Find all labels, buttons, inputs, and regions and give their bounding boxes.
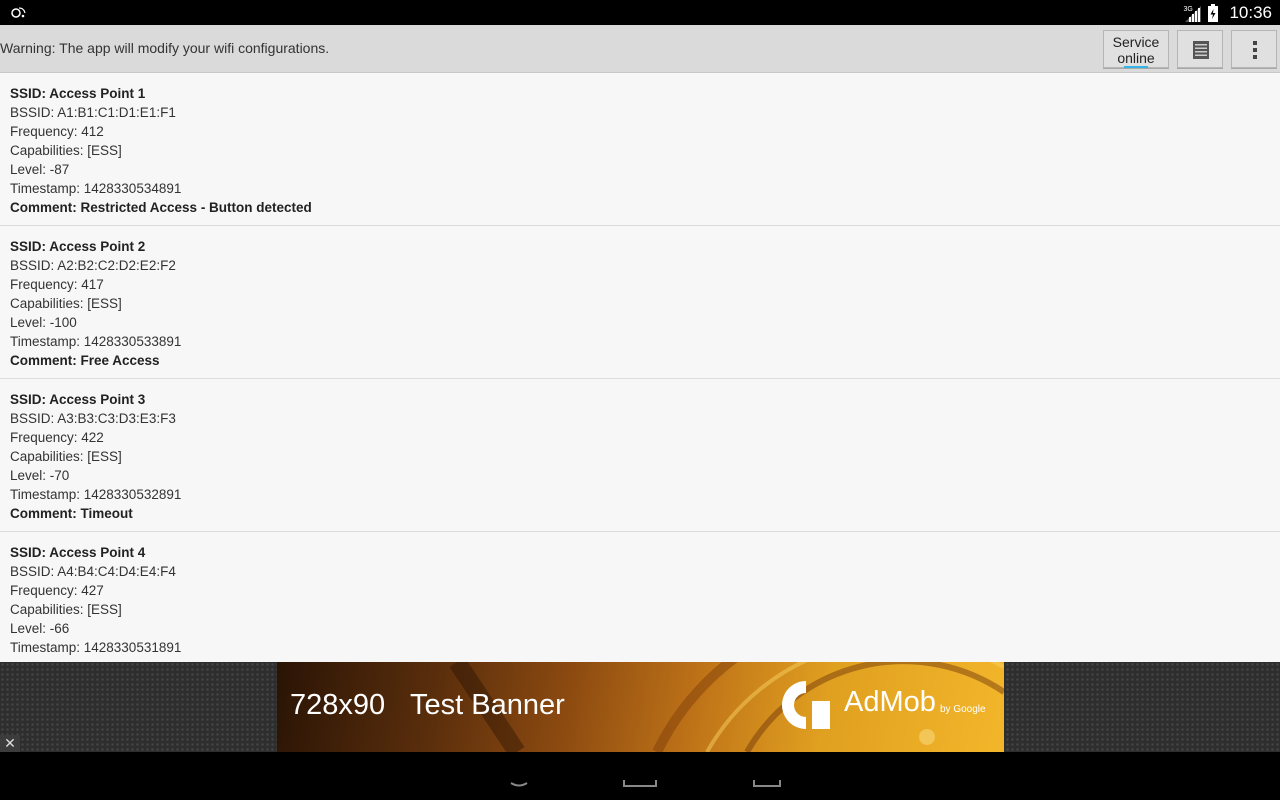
- admob-brand: AdMob: [844, 686, 936, 718]
- bssid: BSSID: A4:B4:C4:D4:E4:F4: [10, 564, 176, 579]
- service-label: Service: [1112, 34, 1160, 50]
- action-bar: Warning: The app will modify your wifi c…: [0, 25, 1280, 73]
- ad-label: Test Banner: [410, 689, 565, 721]
- app-notification-icon: [11, 7, 26, 18]
- service-indicator: [1124, 66, 1148, 68]
- battery-icon: [1208, 3, 1219, 22]
- list-item[interactable]: SSID: Access Point 3 BSSID: A3:B3:C3:D3:…: [0, 379, 1280, 532]
- bssid: BSSID: A2:B2:C2:D2:E2:F2: [10, 258, 176, 273]
- list-icon: [1193, 41, 1209, 59]
- admob-brand-sub: by Google: [940, 704, 986, 715]
- comment: Comment: Timeout: [10, 506, 133, 521]
- ssid: SSID: Access Point 2: [10, 239, 146, 254]
- list-item[interactable]: SSID: Access Point 2 BSSID: A2:B2:C2:D2:…: [0, 226, 1280, 379]
- ad-size-label: 728x90: [290, 689, 386, 721]
- capabilities: Capabilities: [ESS]: [10, 449, 122, 464]
- recent-apps-icon[interactable]: [752, 780, 782, 788]
- ssid: SSID: Access Point 4: [10, 545, 146, 560]
- timestamp: Timestamp: 1428330532891: [10, 487, 182, 502]
- warning-text: Warning: The app will modify your wifi c…: [0, 40, 330, 56]
- capabilities: Capabilities: [ESS]: [10, 602, 122, 617]
- service-status-button[interactable]: Service online: [1103, 30, 1169, 68]
- admob-logo-icon: [782, 681, 830, 729]
- home-icon[interactable]: [622, 780, 658, 788]
- capabilities: Capabilities: [ESS]: [10, 296, 122, 311]
- overflow-menu-icon: [1253, 41, 1257, 59]
- signal-icon: 3G: [1183, 4, 1202, 22]
- list-item[interactable]: SSID: Access Point 4 BSSID: A4:B4:C4:D4:…: [0, 532, 1280, 662]
- bssid: BSSID: A3:B3:C3:D3:E3:F3: [10, 411, 176, 426]
- level: Level: -66: [10, 621, 70, 636]
- timestamp: Timestamp: 1428330533891: [10, 334, 182, 349]
- status-bar: 3G 10:36: [0, 0, 1280, 25]
- comment: Comment: Restricted Access - Button dete…: [10, 200, 312, 215]
- access-point-list[interactable]: SSID: Access Point 1 BSSID: A1:B1:C1:D1:…: [0, 73, 1280, 662]
- ssid: SSID: Access Point 3: [10, 392, 146, 407]
- back-icon[interactable]: [509, 780, 529, 788]
- close-icon[interactable]: ✕: [0, 735, 20, 752]
- log-button[interactable]: [1177, 30, 1223, 68]
- ad-container: 728x90 Test Banner AdMob by Google: [0, 662, 1280, 752]
- ssid: SSID: Access Point 1: [10, 86, 146, 101]
- level: Level: -100: [10, 315, 77, 330]
- level: Level: -87: [10, 162, 70, 177]
- timestamp: Timestamp: 1428330531891: [10, 640, 182, 655]
- frequency: Frequency: 422: [10, 430, 104, 445]
- list-item[interactable]: SSID: Access Point 1 BSSID: A1:B1:C1:D1:…: [0, 73, 1280, 226]
- overflow-menu-button[interactable]: [1231, 30, 1277, 68]
- ad-banner[interactable]: 728x90 Test Banner AdMob by Google: [277, 662, 1004, 752]
- frequency: Frequency: 417: [10, 277, 104, 292]
- frequency: Frequency: 427: [10, 583, 104, 598]
- navigation-bar: [0, 752, 1280, 800]
- timestamp: Timestamp: 1428330534891: [10, 181, 182, 196]
- frequency: Frequency: 412: [10, 124, 104, 139]
- comment: Comment: Free Access: [10, 353, 160, 368]
- bssid: BSSID: A1:B1:C1:D1:E1:F1: [10, 105, 176, 120]
- service-state-label: online: [1117, 50, 1155, 66]
- clock: 10:36: [1229, 2, 1272, 22]
- level: Level: -70: [10, 468, 70, 483]
- capabilities: Capabilities: [ESS]: [10, 143, 122, 158]
